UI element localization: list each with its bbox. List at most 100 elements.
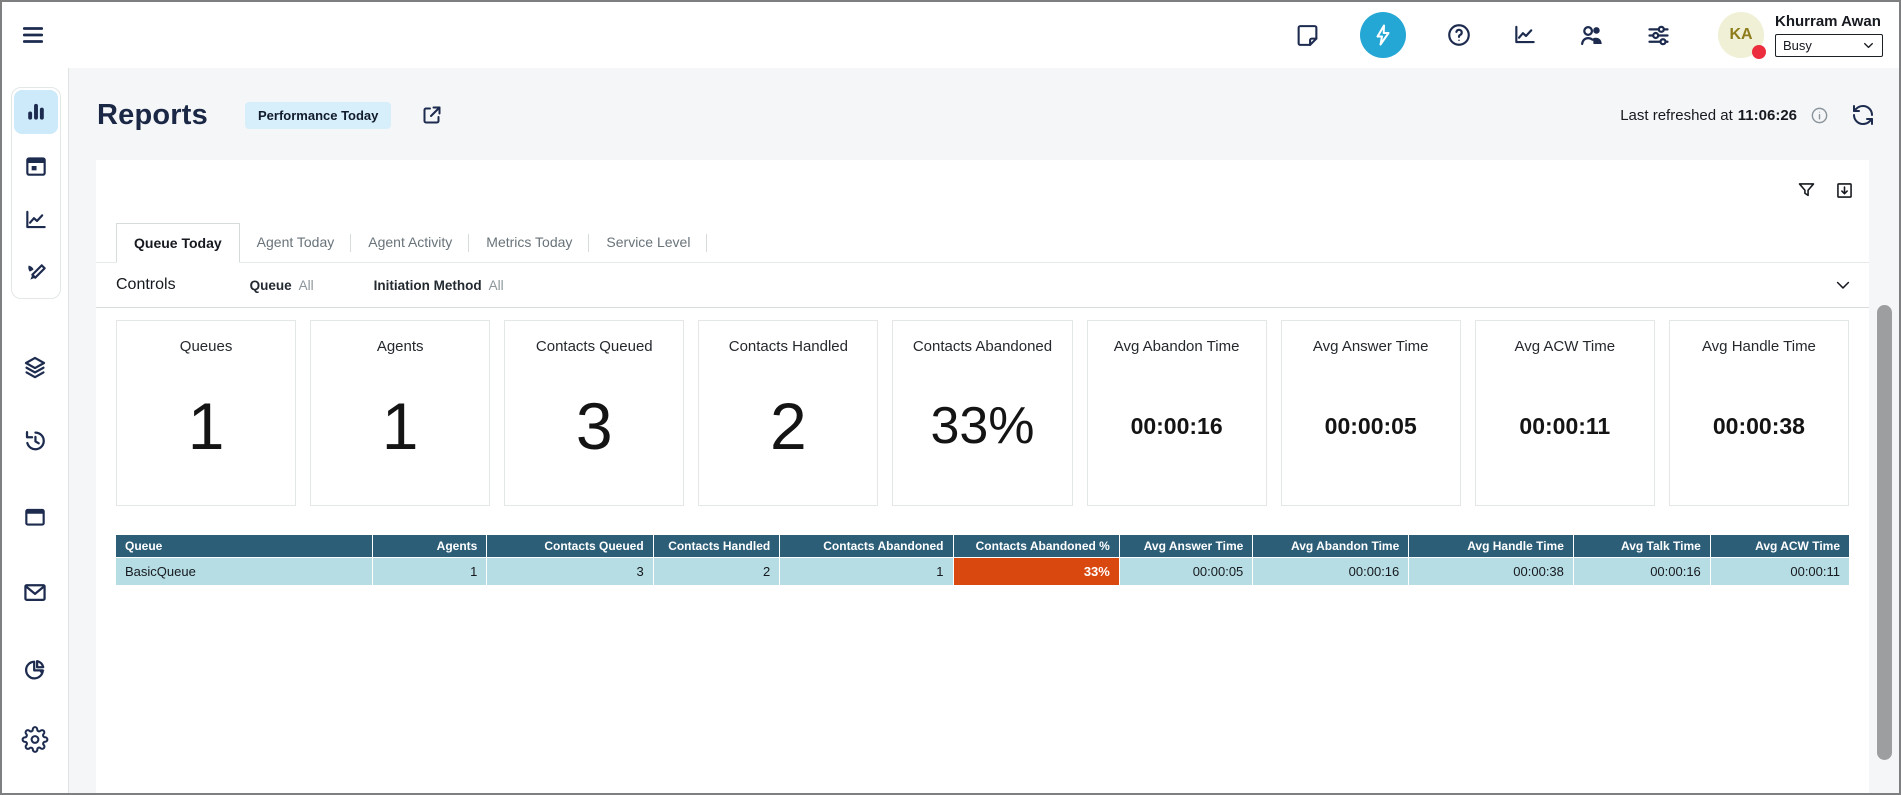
col-header: Avg ACW Time (1710, 535, 1849, 558)
card-title: Contacts Abandoned (913, 338, 1052, 355)
initiation-method-filter-label: Initiation Method (374, 278, 482, 293)
card-title: Avg Answer Time (1313, 338, 1429, 355)
col-header: Contacts Queued (487, 535, 653, 558)
queue-filter-label: Queue (250, 278, 292, 293)
cell-agents: 1 (372, 558, 486, 586)
cell-contacts-handled: 2 (653, 558, 780, 586)
queue-filter-value: All (299, 278, 314, 293)
col-header: Agents (372, 535, 486, 558)
info-icon[interactable] (1810, 106, 1829, 125)
preferences-sliders-icon[interactable] (1645, 22, 1672, 49)
layers-icon (22, 354, 49, 381)
metric-card-agents: Agents 1 (310, 320, 490, 506)
sidebar-item-history[interactable] (22, 427, 49, 454)
app-window: KA Khurram Awan Busy (0, 0, 1901, 795)
metrics-chart-icon[interactable] (1512, 22, 1538, 48)
tab-agent-activity[interactable]: Agent Activity (351, 223, 469, 262)
controls-row: Controls Queue All Initiation Method All (96, 263, 1869, 308)
col-header: Contacts Abandoned % (953, 535, 1119, 558)
controls-collapse-chevron-icon[interactable] (1833, 275, 1853, 295)
users-icon[interactable] (1578, 22, 1605, 49)
main-content: Reports Performance Today Last refreshed… (69, 68, 1899, 793)
col-header: Contacts Abandoned (780, 535, 953, 558)
tab-queue-today[interactable]: Queue Today (116, 223, 240, 263)
card-title: Contacts Handled (729, 338, 848, 355)
tab-bar: Queue Today Agent Today Agent Activity M… (96, 223, 1869, 263)
status-select[interactable]: Busy (1775, 34, 1883, 57)
bar-chart-icon (23, 99, 49, 125)
settings-gear-icon (22, 726, 49, 753)
card-value: 00:00:11 (1519, 413, 1610, 440)
status-select-value: Busy (1783, 38, 1812, 53)
sidebar-item-layers[interactable] (22, 354, 49, 381)
card-value: 1 (382, 388, 419, 464)
metric-card-avg-abandon-time: Avg Abandon Time 00:00:16 (1087, 320, 1267, 506)
external-link-icon[interactable] (420, 103, 444, 127)
cell-contacts-abandoned: 1 (780, 558, 953, 586)
card-title: Avg ACW Time (1515, 338, 1616, 355)
tab-metrics-today[interactable]: Metrics Today (469, 223, 589, 262)
cell-contacts-queued: 3 (487, 558, 653, 586)
quick-actions-bolt-icon[interactable] (1360, 12, 1406, 58)
initiation-method-filter-value: All (489, 278, 504, 293)
filter-icon[interactable] (1796, 180, 1817, 201)
sidebar-item-scheduled-reports[interactable] (14, 144, 58, 188)
avatar-initials: KA (1729, 26, 1752, 44)
tab-agent-today[interactable]: Agent Today (240, 223, 352, 262)
card-value: 1 (188, 388, 225, 464)
tab-service-level[interactable]: Service Level (589, 223, 707, 262)
metric-cards: Queues 1 Agents 1 Contacts Queued 3 Cont… (116, 320, 1849, 506)
refresh-icon[interactable] (1851, 103, 1875, 127)
notes-icon[interactable] (1295, 23, 1320, 48)
mail-icon (22, 579, 49, 606)
card-title: Contacts Queued (536, 338, 653, 355)
card-value: 00:00:05 (1325, 413, 1417, 440)
topbar-actions: KA Khurram Awan Busy (1295, 2, 1883, 68)
metric-card-contacts-handled: Contacts Handled 2 (698, 320, 878, 506)
sidebar-item-historical-metrics[interactable] (14, 198, 58, 242)
card-value: 00:00:38 (1713, 413, 1805, 440)
design-brush-icon (23, 261, 49, 287)
queue-filter[interactable]: Queue All (250, 278, 314, 293)
cell-avg-answer-time: 00:00:05 (1119, 558, 1252, 586)
metric-card-queues: Queues 1 (116, 320, 296, 506)
sidebar-item-settings[interactable] (22, 726, 49, 753)
card-value: 2 (770, 388, 807, 464)
card-value: 00:00:16 (1131, 413, 1223, 440)
metric-card-avg-acw-time: Avg ACW Time 00:00:11 (1475, 320, 1655, 506)
table-row: BasicQueue 1 3 2 1 33% 00:00:05 00:00:16… (116, 558, 1849, 586)
line-chart-icon (23, 207, 49, 233)
hamburger-menu-icon[interactable] (20, 22, 46, 48)
vertical-scrollbar-thumb[interactable] (1877, 305, 1892, 760)
sidebar-item-realtime-metrics[interactable] (14, 90, 58, 134)
cell-avg-handle-time: 00:00:38 (1409, 558, 1574, 586)
pie-chart-icon (22, 656, 49, 683)
sidebar-item-mail[interactable] (22, 579, 49, 606)
card-title: Avg Abandon Time (1114, 338, 1240, 355)
queue-metrics-table: Queue Agents Contacts Queued Contacts Ha… (116, 535, 1849, 585)
download-icon[interactable] (1834, 180, 1855, 201)
col-header: Avg Abandon Time (1253, 535, 1409, 558)
card-value: 3 (576, 388, 613, 464)
cell-avg-talk-time: 00:00:16 (1573, 558, 1710, 586)
last-refreshed-time: 11:06:26 (1738, 107, 1797, 124)
avatar[interactable]: KA (1718, 12, 1764, 58)
sidebar-nav-group (11, 87, 61, 299)
report-panel: Queue Today Agent Today Agent Activity M… (96, 160, 1869, 793)
refresh-area: Last refreshed at 11:06:26 (1620, 103, 1875, 127)
col-header: Avg Handle Time (1409, 535, 1574, 558)
sidebar (2, 68, 69, 793)
card-title: Queues (180, 338, 233, 355)
help-icon[interactable] (1446, 22, 1472, 48)
cell-queue: BasicQueue (116, 558, 372, 586)
user-name: Khurram Awan (1775, 13, 1883, 30)
sidebar-item-pie-reports[interactable] (22, 656, 49, 683)
col-header: Avg Answer Time (1119, 535, 1252, 558)
page-header: Reports Performance Today Last refreshed… (97, 90, 1875, 140)
user-block: KA Khurram Awan Busy (1718, 12, 1883, 58)
chevron-down-icon (1862, 39, 1875, 52)
initiation-method-filter[interactable]: Initiation Method All (374, 278, 504, 293)
metric-card-avg-handle-time: Avg Handle Time 00:00:38 (1669, 320, 1849, 506)
sidebar-item-browser[interactable] (22, 504, 48, 530)
sidebar-item-report-designer[interactable] (14, 252, 58, 296)
